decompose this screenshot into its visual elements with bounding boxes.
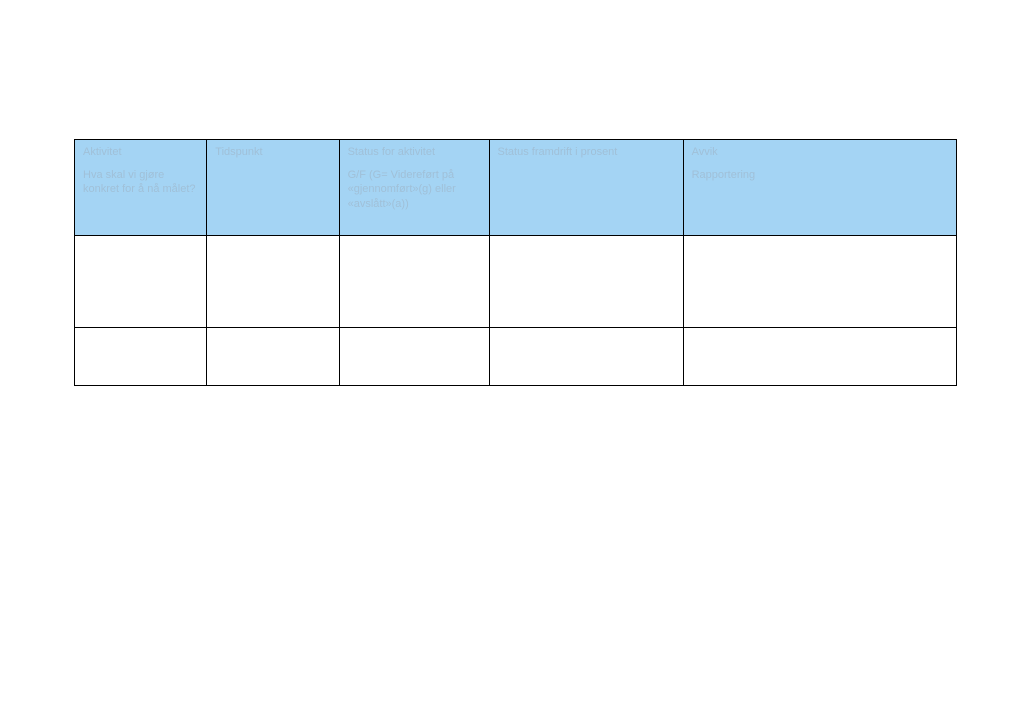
header-sub-label: G/F (G= Videreført på «gjennomført»(g) e… — [348, 168, 481, 211]
header-avvik: Avvik Rapportering — [683, 140, 956, 236]
cell — [683, 236, 956, 328]
header-main-label: Aktivitet — [83, 146, 198, 158]
header-status-aktivitet: Status for aktivitet G/F (G= Videreført … — [339, 140, 489, 236]
cell — [207, 236, 339, 328]
header-tidspunkt: Tidspunkt — [207, 140, 339, 236]
cell — [489, 236, 683, 328]
header-main-label: Status framdrift i prosent — [498, 146, 675, 158]
table-row — [75, 328, 957, 386]
cell — [339, 236, 489, 328]
cell — [207, 328, 339, 386]
table-row — [75, 236, 957, 328]
cell — [339, 328, 489, 386]
cell — [75, 328, 207, 386]
planning-table: Aktivitet Hva skal vi gjøre konkret for … — [74, 139, 957, 386]
header-main-label: Avvik — [692, 146, 948, 158]
header-main-label: Status for aktivitet — [348, 146, 481, 158]
header-sub-label: Hva skal vi gjøre konkret for å nå målet… — [83, 168, 198, 197]
cell — [75, 236, 207, 328]
header-sub-label: Rapportering — [692, 168, 948, 182]
header-main-label: Tidspunkt — [215, 146, 330, 158]
header-aktivitet: Aktivitet Hva skal vi gjøre konkret for … — [75, 140, 207, 236]
cell — [683, 328, 956, 386]
cell — [489, 328, 683, 386]
table-header-row: Aktivitet Hva skal vi gjøre konkret for … — [75, 140, 957, 236]
header-status-framdrift: Status framdrift i prosent — [489, 140, 683, 236]
planning-table-container: Aktivitet Hva skal vi gjøre konkret for … — [74, 139, 957, 386]
